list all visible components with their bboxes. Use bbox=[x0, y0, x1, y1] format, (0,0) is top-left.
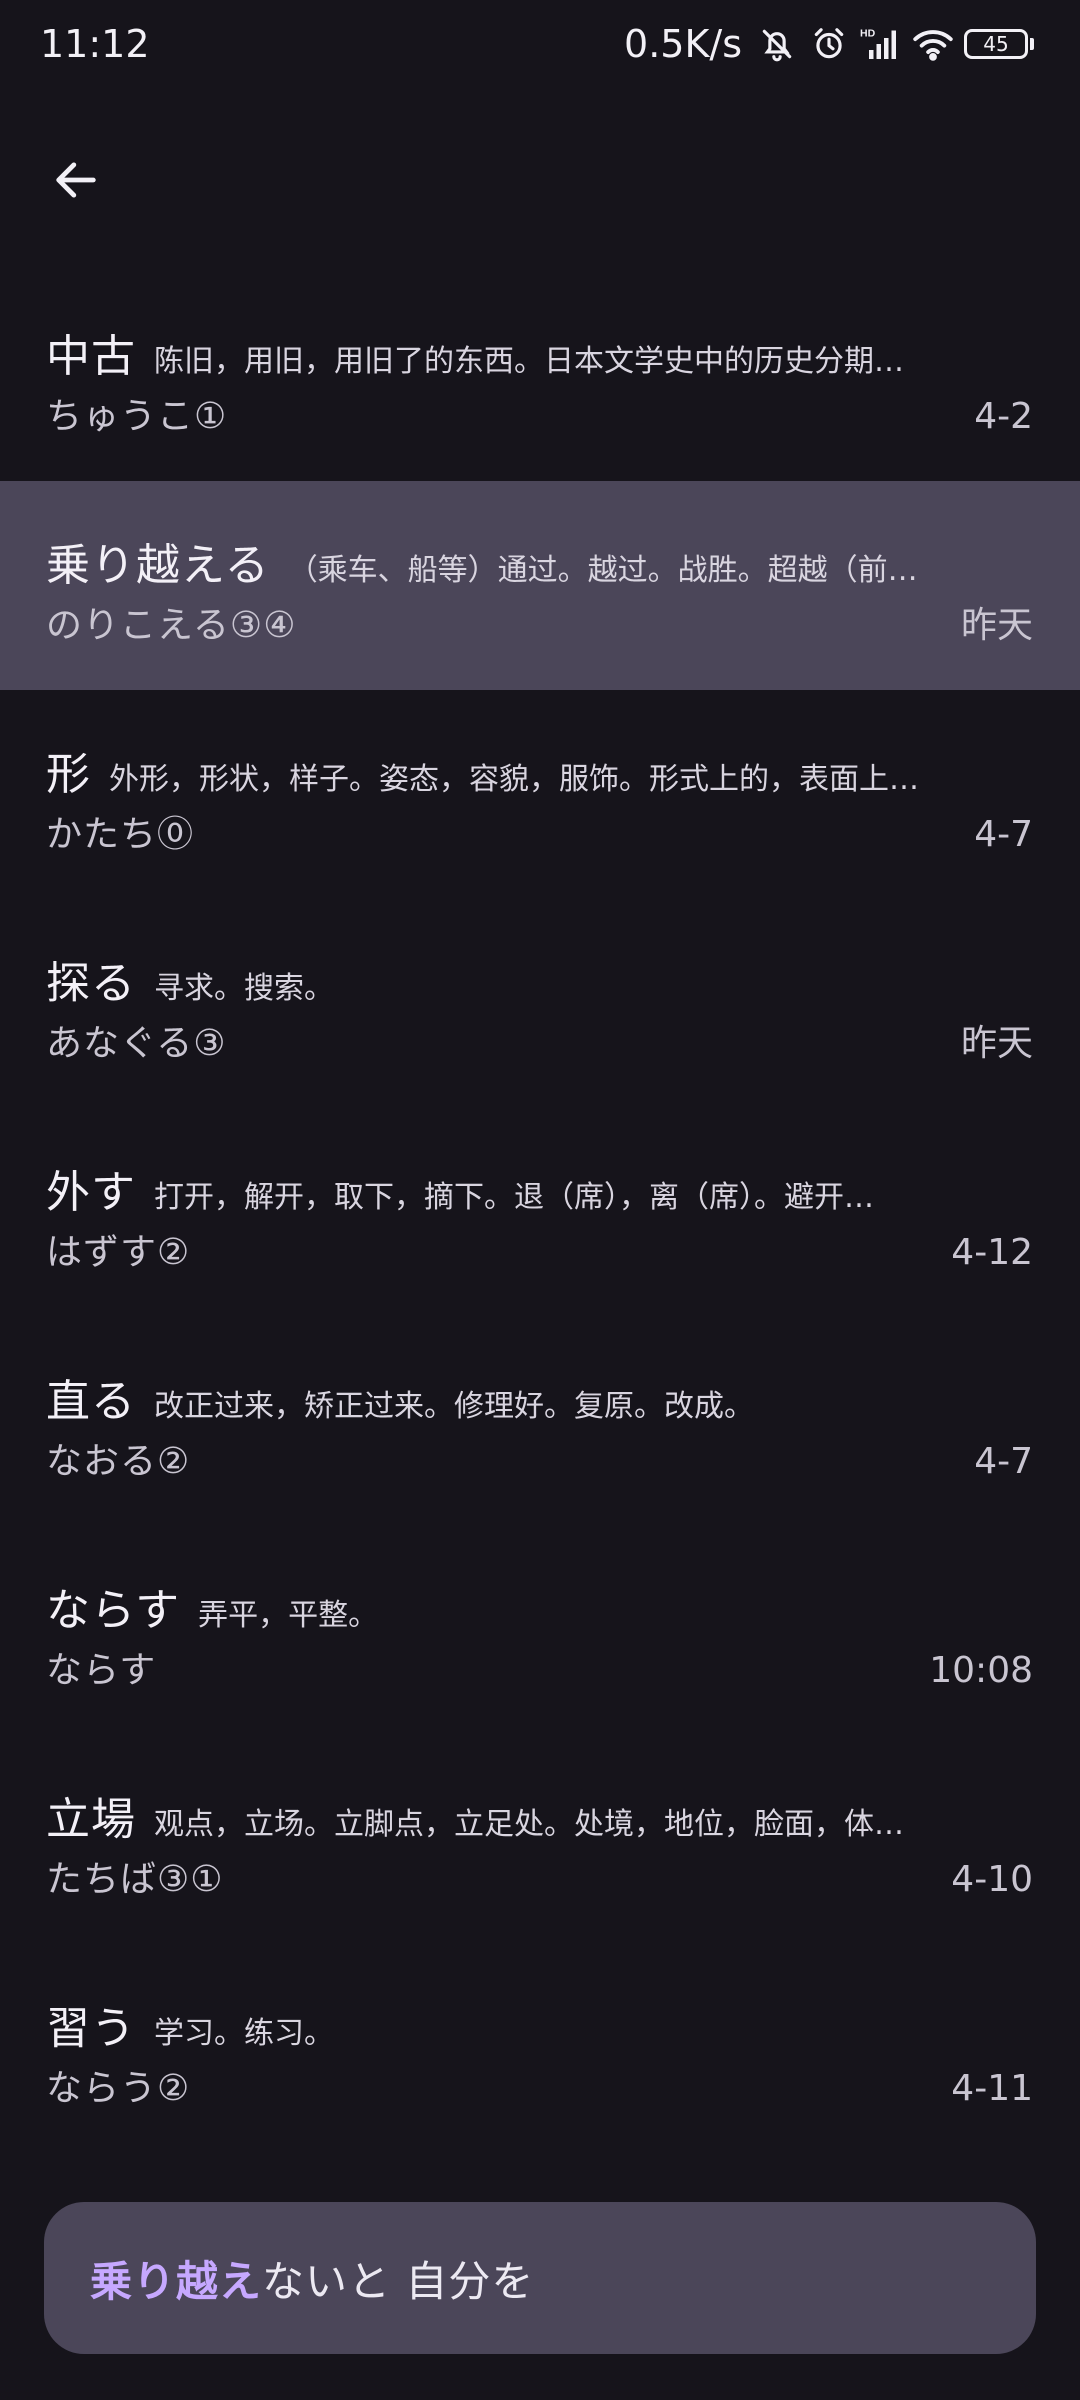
word-meaning: 打开，解开，取下，摘下。退（席），离（席）。避开… bbox=[154, 1180, 874, 1215]
word-meaning: 学习。练习。 bbox=[154, 2016, 334, 2051]
word-term: 外す bbox=[46, 1167, 136, 1218]
example-text: ないと 自分を bbox=[262, 2256, 535, 2306]
word-row-bottom: なおる② 4-7 bbox=[46, 1432, 1033, 1484]
word-term: ならす bbox=[46, 1585, 181, 1636]
word-reading: ならう② bbox=[46, 2068, 191, 2109]
word-date: 昨天 bbox=[960, 605, 1033, 646]
word-list-item[interactable]: 立場 观点，立场。立脚点，立足处。处境，地位，脸面，体… たちば③① 4-10 bbox=[0, 1735, 1080, 1944]
svg-text:HD: HD bbox=[860, 28, 876, 40]
word-term: 中古 bbox=[46, 331, 136, 382]
signal-hd-icon: HD bbox=[860, 23, 902, 65]
status-time: 11:12 bbox=[40, 22, 150, 66]
bell-off-icon bbox=[756, 23, 798, 65]
word-list-item[interactable]: 外す 打开，解开，取下，摘下。退（席），离（席）。避开… はずす② 4-12 bbox=[0, 1108, 1080, 1317]
word-reading: なおる② bbox=[46, 1441, 191, 1482]
word-meaning: （乘车、船等）通过。越过。战胜。超越（前… bbox=[287, 553, 918, 588]
network-speed: 0.5K/s bbox=[624, 22, 742, 66]
word-row-top: 習う 学习。练习。 bbox=[46, 1992, 1033, 2056]
word-row-bottom: あなぐる③ 昨天 bbox=[46, 1014, 1033, 1066]
word-row-bottom: ならう② 4-11 bbox=[46, 2059, 1033, 2111]
word-term: 直る bbox=[46, 1376, 136, 1427]
word-reading: ちゅうこ① bbox=[46, 396, 228, 437]
example-sentence-card[interactable]: 乗り越え ないと 自分を bbox=[44, 2202, 1036, 2354]
word-row-top: 形外形，形状，样子。姿态，容貌，服饰。形式上的，表面上… bbox=[46, 738, 1033, 802]
word-meaning: 弄平，平整。 bbox=[198, 1598, 379, 1633]
battery-indicator: 45 bbox=[964, 29, 1034, 59]
status-bar: 11:12 0.5K/s HD 45 bbox=[0, 0, 1080, 96]
word-term: 形 bbox=[46, 749, 91, 800]
word-row-top: 外す 打开，解开，取下，摘下。退（席），离（席）。避开… bbox=[46, 1156, 1033, 1220]
word-term: 立場 bbox=[46, 1794, 136, 1845]
word-list-item[interactable]: 習う 学习。练习。ならう② 4-11 bbox=[0, 1944, 1080, 2153]
word-row-top: 直る 改正过来，矫正过来。修理好。复原。改成。 bbox=[46, 1365, 1033, 1429]
word-reading: はずす② bbox=[46, 1232, 191, 1273]
word-row-bottom: ならす 10:08 bbox=[46, 1641, 1033, 1693]
word-meaning: 改正过来，矫正过来。修理好。复原。改成。 bbox=[154, 1389, 754, 1424]
word-row-bottom: はずす② 4-12 bbox=[46, 1223, 1033, 1275]
word-row-top: 立場 观点，立场。立脚点，立足处。处境，地位，脸面，体… bbox=[46, 1783, 1033, 1847]
battery-level: 45 bbox=[964, 29, 1028, 59]
word-row-bottom: ちゅうこ① 4-2 bbox=[46, 387, 1033, 439]
word-term: 習う bbox=[46, 2003, 136, 2054]
word-list-item[interactable]: 形外形，形状，样子。姿态，容貌，服饰。形式上的，表面上… かたち⓪ 4-7 bbox=[0, 690, 1080, 899]
word-date: 4-12 bbox=[951, 1232, 1033, 1273]
word-date: 4-7 bbox=[974, 814, 1033, 855]
status-indicators: 0.5K/s HD 45 bbox=[624, 22, 1034, 66]
word-term: 乗り越える bbox=[46, 540, 270, 591]
word-term: 探る bbox=[46, 958, 136, 1009]
word-reading: たちば③① bbox=[46, 1859, 224, 1900]
word-reading: あなぐる③ bbox=[46, 1023, 227, 1064]
word-row-top: 乗り越える （乘车、船等）通过。越过。战胜。超越（前… bbox=[46, 529, 1033, 593]
word-list-item[interactable]: 乗り越える （乘车、船等）通过。越过。战胜。超越（前… のりこえる③④ 昨天 bbox=[0, 481, 1080, 690]
word-date: 4-11 bbox=[951, 2068, 1033, 2109]
word-reading: ならす bbox=[46, 1650, 157, 1691]
word-meaning: 观点，立场。立脚点，立足处。处境，地位，脸面，体… bbox=[154, 1807, 904, 1842]
word-reading: のりこえる③④ bbox=[46, 605, 297, 646]
word-meaning: 陈旧，用旧，用旧了的东西。日本文学史中的历史分期… bbox=[154, 344, 904, 379]
word-row-top: 探る 寻求。搜索。 bbox=[46, 947, 1033, 1011]
word-list-item[interactable]: 直る 改正过来，矫正过来。修理好。复原。改成。なおる② 4-7 bbox=[0, 1317, 1080, 1526]
battery-tip bbox=[1030, 38, 1034, 50]
word-meaning: 外形，形状，样子。姿态，容貌，服饰。形式上的，表面上… bbox=[109, 762, 919, 797]
word-row-top: ならす 弄平，平整。 bbox=[46, 1574, 1033, 1638]
arrow-left-icon bbox=[56, 162, 96, 198]
word-meaning: 寻求。搜索。 bbox=[154, 971, 334, 1006]
word-row-bottom: かたち⓪ 4-7 bbox=[46, 805, 1033, 857]
word-row-bottom: のりこえる③④ 昨天 bbox=[46, 596, 1033, 648]
word-row-top: 中古 陈旧，用旧，用旧了的东西。日本文学史中的历史分期… bbox=[46, 320, 1033, 384]
word-row-bottom: たちば③① 4-10 bbox=[46, 1850, 1033, 1902]
example-highlight: 乗り越え bbox=[90, 2256, 263, 2306]
word-list-item[interactable]: 中古 陈旧，用旧，用旧了的东西。日本文学史中的历史分期… ちゅうこ① 4-2 bbox=[0, 272, 1080, 481]
word-date: 10:08 bbox=[929, 1650, 1033, 1691]
word-date: 4-10 bbox=[951, 1859, 1033, 1900]
word-list-item[interactable]: ならす 弄平，平整。 ならす 10:08 bbox=[0, 1526, 1080, 1735]
word-date: 4-7 bbox=[974, 1441, 1033, 1482]
word-reading: かたち⓪ bbox=[46, 814, 195, 855]
wifi-icon bbox=[912, 23, 954, 65]
word-date: 昨天 bbox=[960, 1023, 1033, 1064]
alarm-icon bbox=[808, 23, 850, 65]
word-list: 中古 陈旧，用旧，用旧了的东西。日本文学史中的历史分期… ちゅうこ① 4-2 乗り越える… bbox=[0, 272, 1080, 2153]
back-button[interactable] bbox=[36, 140, 116, 220]
word-list-item[interactable]: 探る 寻求。搜索。あなぐる③ 昨天 bbox=[0, 899, 1080, 1108]
word-date: 4-2 bbox=[974, 396, 1033, 437]
